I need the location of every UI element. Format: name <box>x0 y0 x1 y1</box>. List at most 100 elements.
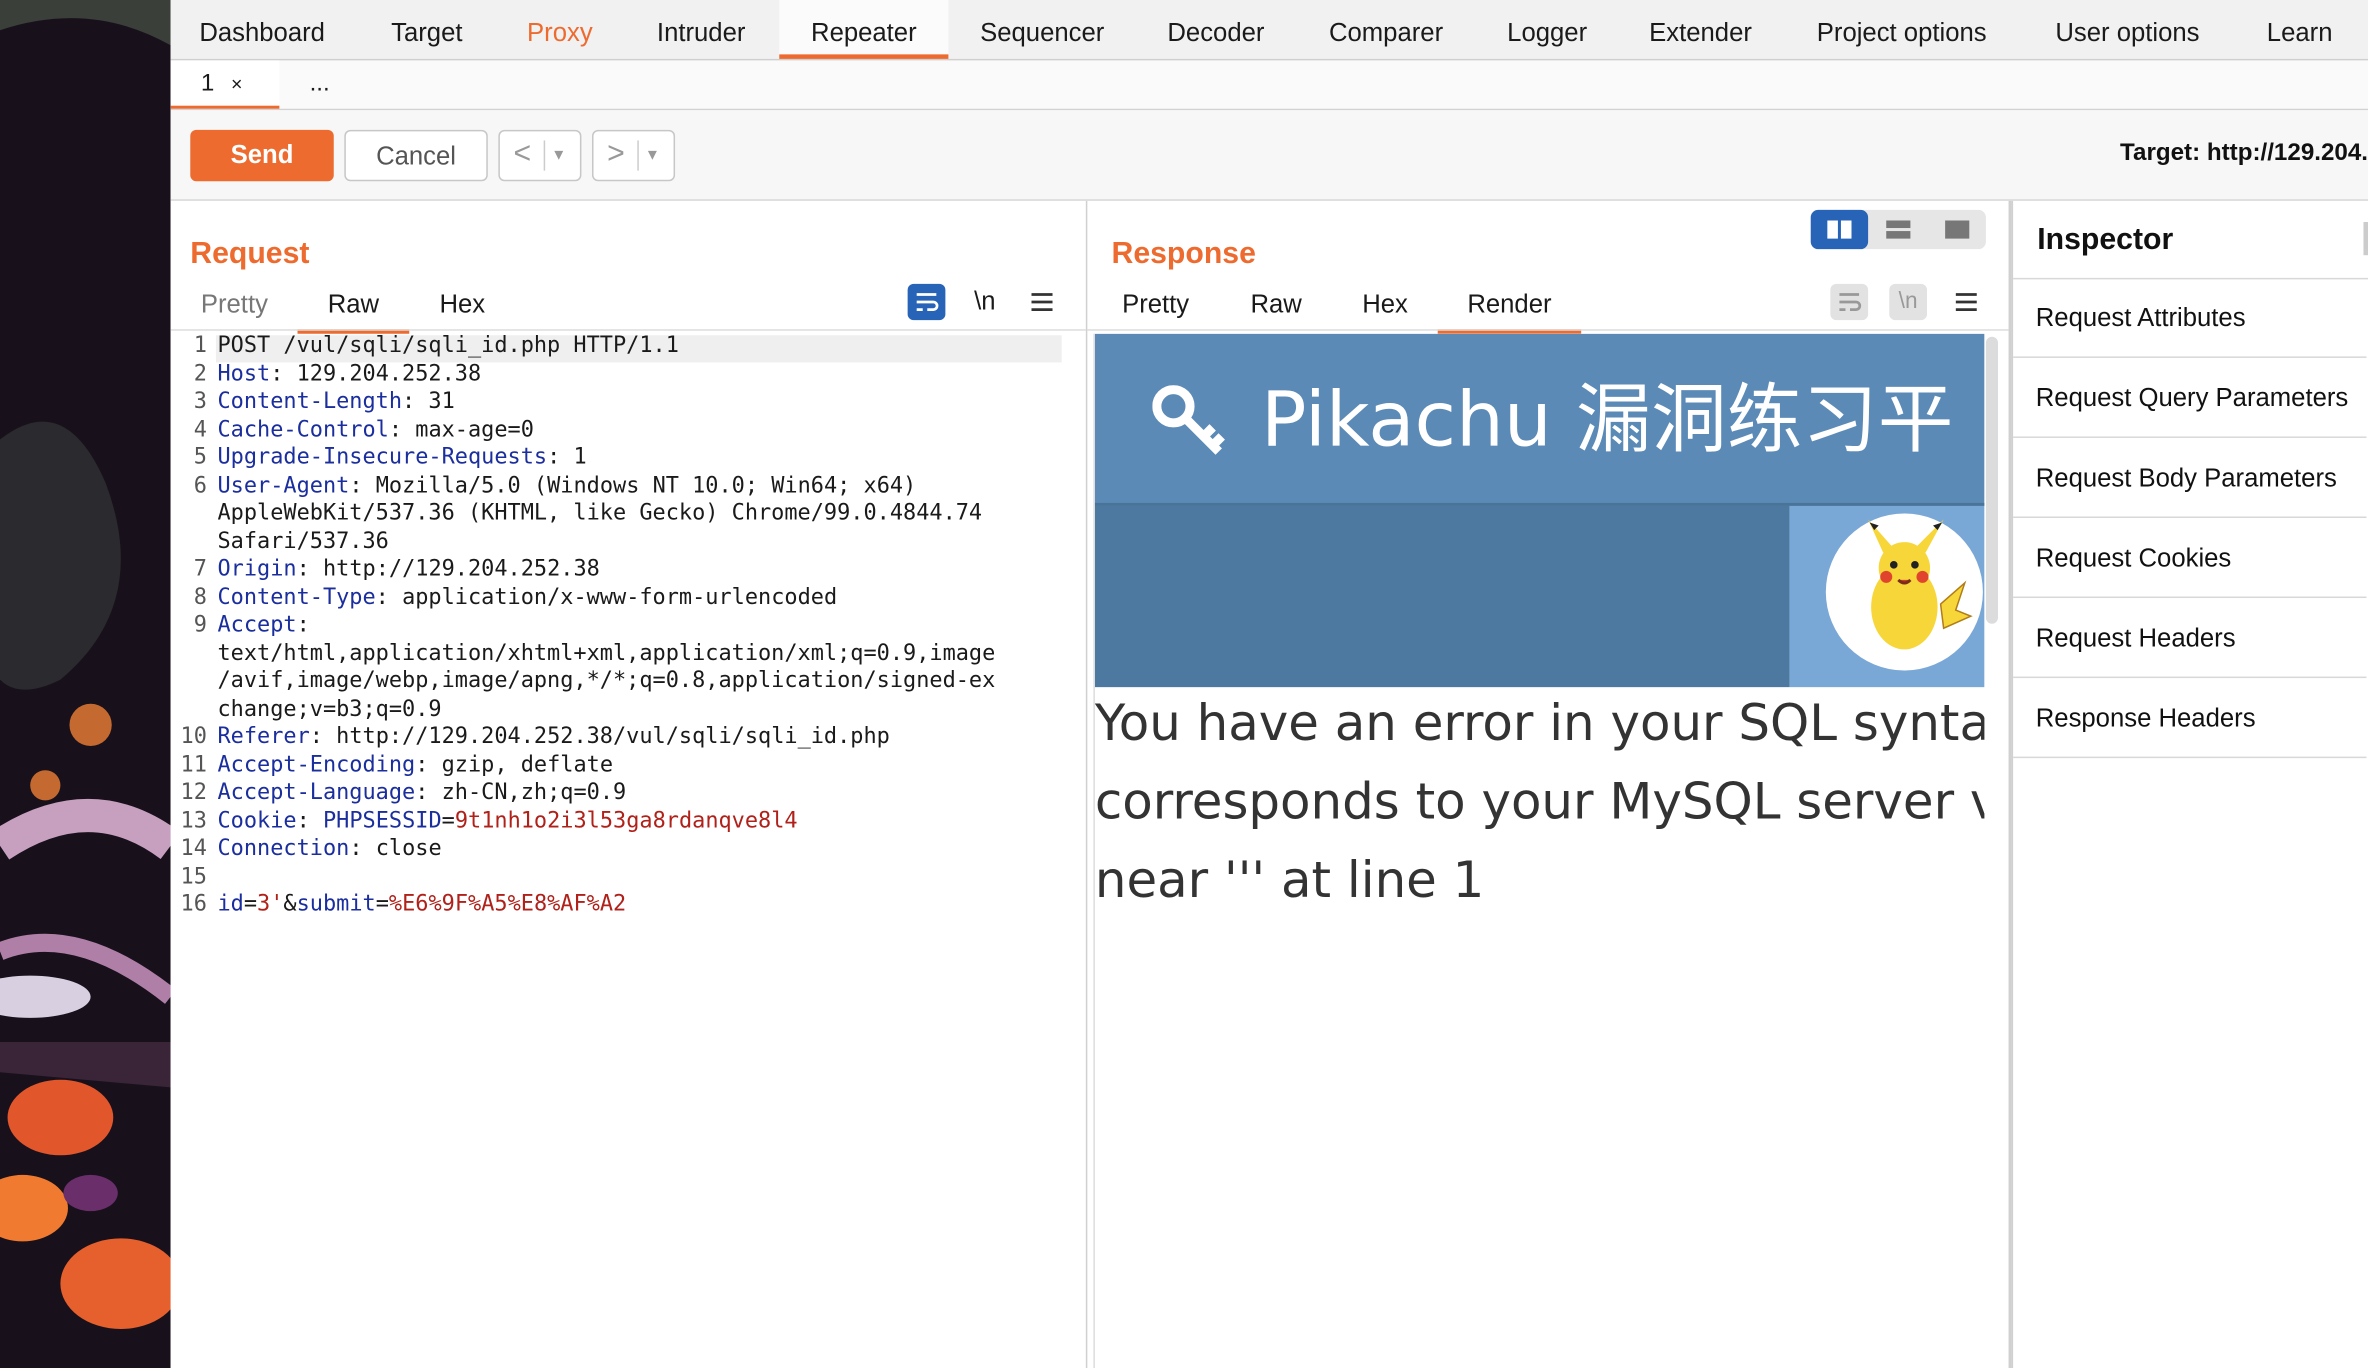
header-separator: : <box>388 417 416 442</box>
request-line[interactable]: Accept-Encoding: gzip, deflate <box>217 751 613 779</box>
body-token: id <box>217 892 244 917</box>
tab-intruder[interactable]: Intruder <box>657 0 745 59</box>
line-number: 13 <box>180 808 207 833</box>
render-error-line: near ''' at line 1 <box>1094 850 1485 910</box>
response-tab-hex[interactable]: Hex <box>1362 290 1408 320</box>
header-value: /avif,image/webp,image/apng,*/*;q=0.8,ap… <box>217 669 996 694</box>
close-icon[interactable]: × <box>231 60 242 108</box>
tab-sequencer[interactable]: Sequencer <box>980 0 1104 59</box>
render-error-line: You have an error in your SQL syntax <box>1094 693 1985 753</box>
desktop-wallpaper <box>0 0 171 1368</box>
request-line[interactable]: Cache-Control: max-age=0 <box>217 416 533 444</box>
word-wrap-icon[interactable] <box>1830 283 1869 321</box>
tab-extender[interactable]: Extender <box>1649 0 1752 59</box>
chevron-down-icon[interactable]: ▾ <box>554 131 563 176</box>
request-line[interactable]: Accept-Language: zh-CN,zh;q=0.9 <box>217 779 626 807</box>
menu-icon[interactable] <box>1955 291 1977 320</box>
request-line[interactable]: Upgrade-Insecure-Requests: 1 <box>217 444 586 472</box>
request-line[interactable]: Host: 129.204.252.38 <box>217 360 481 388</box>
line-number: 5 <box>193 445 207 470</box>
request-tab-pretty[interactable]: Pretty <box>201 290 268 320</box>
cookie-name: PHPSESSID <box>322 808 442 833</box>
request-line[interactable]: Content-Length: 31 <box>217 388 454 416</box>
repeater-tab-label: 1 <box>200 70 215 97</box>
chevron-down-icon[interactable]: ▾ <box>648 131 657 176</box>
back-button[interactable]: < ▾ <box>498 129 582 182</box>
word-wrap-icon[interactable] <box>907 283 946 321</box>
layout-toggle <box>1810 209 1986 250</box>
request-tab-raw[interactable]: Raw <box>297 290 410 334</box>
request-line[interactable]: Connection: close <box>217 835 441 863</box>
response-tab-pretty[interactable]: Pretty <box>1122 290 1189 320</box>
tab-proxy[interactable]: Proxy <box>527 0 593 59</box>
line-number: 9 <box>193 613 207 638</box>
pikachu-avatar <box>1825 513 1983 671</box>
tab-learn[interactable]: Learn <box>2267 0 2333 59</box>
header-value: gzip, deflate <box>441 752 614 777</box>
tab-repeater[interactable]: Repeater <box>779 0 949 59</box>
body-token: submit <box>296 892 376 917</box>
body-token: = <box>243 892 258 917</box>
request-line[interactable]: AppleWebKit/537.36 (KHTML, like Gecko) C… <box>217 500 982 528</box>
request-line[interactable]: Safari/537.36 <box>217 528 388 556</box>
header-name: Cookie <box>217 808 297 833</box>
newline-toggle-icon[interactable]: \n <box>974 287 995 317</box>
new-tab-button[interactable]: ... <box>310 60 330 108</box>
inspector-request-body-parameters[interactable]: Request Body Parameters <box>2013 439 2367 518</box>
inspector-request-attributes[interactable]: Request Attributes <box>2013 279 2367 358</box>
single-view-icon[interactable] <box>1929 210 1986 249</box>
header-separator: : <box>349 836 376 861</box>
request-line[interactable]: text/html,application/xhtml+xml,applicat… <box>217 640 995 668</box>
line-number: 11 <box>180 752 207 777</box>
header-name: Connection <box>217 836 350 861</box>
forward-button[interactable]: > ▾ <box>591 129 676 182</box>
tab-target[interactable]: Target <box>391 0 462 59</box>
request-line[interactable]: Content-Type: application/x-www-form-url… <box>217 584 837 612</box>
cancel-button[interactable]: Cancel <box>344 129 488 182</box>
render-error-line: corresponds to your MySQL server ve <box>1094 771 1985 831</box>
tab-decoder[interactable]: Decoder <box>1167 0 1264 59</box>
request-line[interactable]: /avif,image/webp,image/apng,*/*;q=0.8,ap… <box>217 668 995 696</box>
tab-logger[interactable]: Logger <box>1507 0 1587 59</box>
request-line[interactable]: Origin: http://129.204.252.38 <box>217 556 599 584</box>
newline-toggle-icon[interactable]: \n <box>1889 283 1928 321</box>
line-number: 6 <box>193 473 207 498</box>
line-number: 10 <box>180 724 207 750</box>
split-view-icon[interactable] <box>1810 209 1869 250</box>
tab-project-options[interactable]: Project options <box>1817 0 1987 59</box>
response-tab-render[interactable]: Render <box>1437 290 1582 334</box>
render-site-title: Pikachu 漏洞练习平 <box>1261 376 1954 464</box>
request-line[interactable]: Accept: <box>217 612 309 640</box>
response-tab-raw[interactable]: Raw <box>1250 290 1301 320</box>
line-number: 1 <box>193 333 207 358</box>
tab-comparer[interactable]: Comparer <box>1329 0 1443 59</box>
response-title: Response <box>1111 237 1256 271</box>
request-line[interactable]: id=3'&submit=%E6%9F%A5%E8%AF%A2 <box>217 891 626 919</box>
header-name: Content-Length <box>217 389 403 414</box>
header-name: Origin <box>217 557 297 582</box>
line-number: 7 <box>193 557 207 582</box>
inspector-response-headers[interactable]: Response Headers <box>2013 680 2367 759</box>
scrollbar[interactable] <box>1985 336 1998 624</box>
render-banner: Pikachu 漏洞练习平 <box>1094 333 1985 506</box>
horizontal-view-icon[interactable] <box>1870 210 1927 249</box>
send-button[interactable]: Send <box>190 129 334 182</box>
request-line[interactable]: change;v=b3;q=0.9 <box>217 695 441 723</box>
request-line[interactable]: Referer: http://129.204.252.38/vul/sqli/… <box>217 723 889 751</box>
collapse-handle[interactable] <box>2363 221 2368 256</box>
tab-dashboard[interactable]: Dashboard <box>199 0 325 59</box>
request-line[interactable]: Cookie: PHPSESSID=9t1nh1o2i3l53ga8rdanqv… <box>217 807 797 835</box>
inspector-request-cookies[interactable]: Request Cookies <box>2013 520 2367 599</box>
repeater-tab-1[interactable]: 1 × <box>170 60 280 109</box>
request-line[interactable]: User-Agent: Mozilla/5.0 (Windows NT 10.0… <box>217 472 916 500</box>
body-token: 3' <box>257 892 284 917</box>
inspector-request-headers[interactable]: Request Headers <box>2013 600 2367 679</box>
header-name: Accept-Encoding <box>217 752 416 777</box>
menu-icon[interactable] <box>1031 291 1053 320</box>
target-label[interactable]: Target: http://129.204. <box>2120 140 2368 167</box>
chevron-right-icon: > <box>607 137 625 171</box>
request-tab-hex[interactable]: Hex <box>439 290 485 320</box>
inspector-request-query-parameters[interactable]: Request Query Parameters <box>2013 359 2367 438</box>
tab-user-options[interactable]: User options <box>2055 0 2199 59</box>
request-line[interactable]: POST /vul/sqli/sqli_id.php HTTP/1.1 <box>217 332 678 360</box>
